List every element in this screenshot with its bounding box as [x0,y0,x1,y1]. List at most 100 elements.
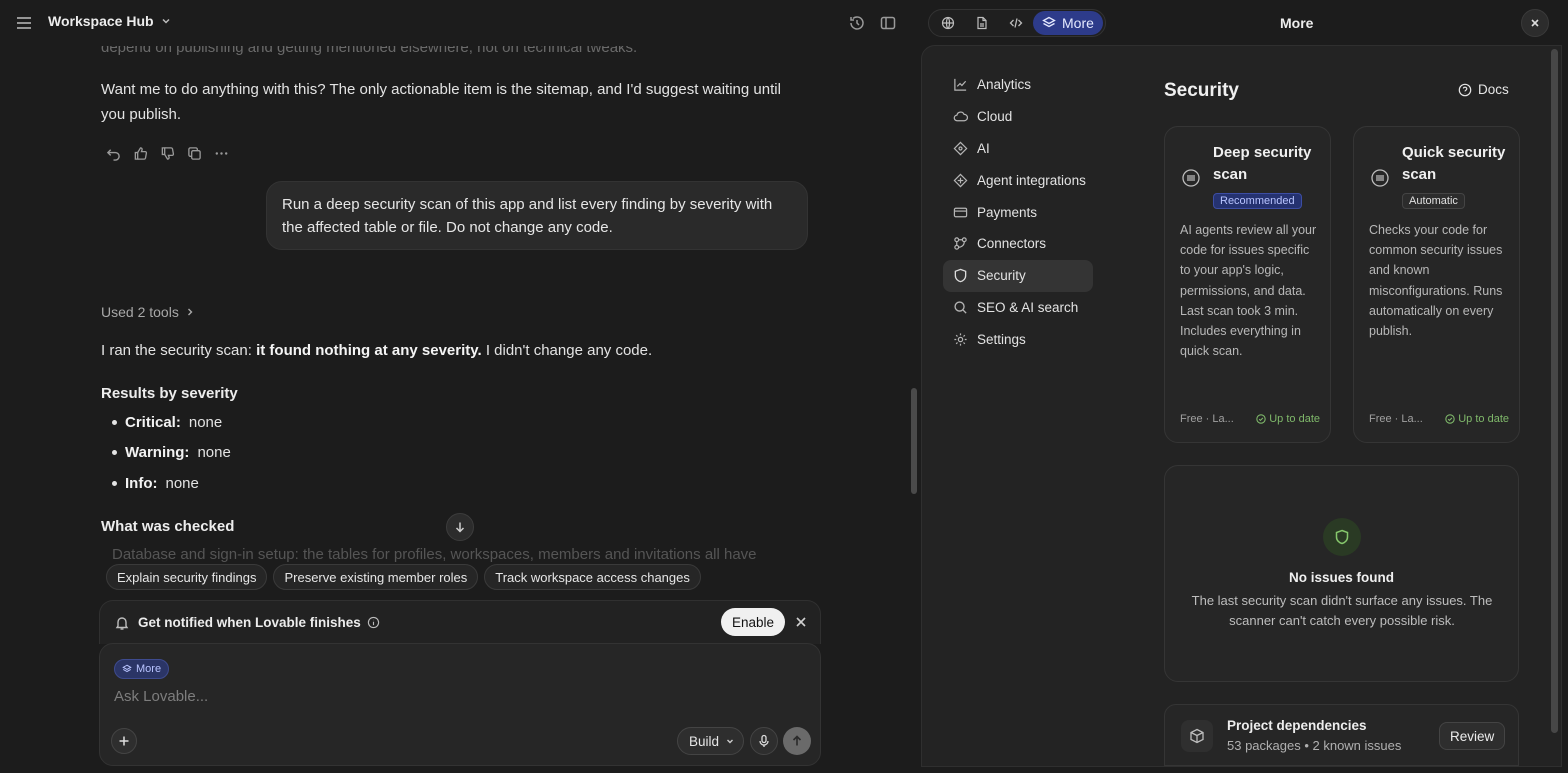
faded-text: depend on publishing and getting mention… [101,46,638,56]
context-badge[interactable]: More [114,659,170,679]
sparkle-icon [953,141,968,156]
suggestion-chips: Explain security findings Preserve exist… [106,564,701,590]
section-title: Security [1164,80,1239,101]
notify-text: Get notified when Lovable finishes [138,615,361,630]
check-circle-icon [1445,414,1455,424]
chat-messages[interactable]: depend on publishing and getting mention… [0,46,910,566]
card-price: Free · La... [1180,413,1234,425]
sidebar-toggle-icon[interactable] [879,14,897,32]
sidebar-item-label: AI [977,140,990,156]
bell-icon [114,615,130,631]
sidebar-item-label: Security [977,268,1026,284]
automatic-badge: Automatic [1402,193,1465,209]
sidebar-item-agent-integrations[interactable]: Agent integrations [943,164,1093,196]
tab-more[interactable]: More [1033,11,1103,35]
close-panel-button[interactable] [1521,9,1549,37]
card-title: Deep security scan [1213,144,1312,183]
close-icon[interactable] [792,613,810,631]
layers-icon [1042,16,1056,30]
card-title: Quick security scan [1402,144,1506,183]
prompt-input[interactable] [114,688,614,705]
code-icon [1009,16,1023,30]
sidebar-item-seo[interactable]: SEO & AI search [943,292,1093,324]
summary-suffix: I didn't change any code. [481,342,653,359]
context-badge-label: More [136,663,162,675]
scan-icon [1180,167,1202,189]
suggestion-chip[interactable]: Preserve existing member roles [273,564,479,590]
voice-input-button[interactable] [750,727,778,755]
card-description: AI agents review all your code for issue… [1180,223,1317,359]
used-tools-toggle[interactable]: Used 2 tools [101,304,195,320]
copy-icon[interactable] [185,144,203,162]
history-icon[interactable] [848,14,866,32]
sidebar-item-security[interactable]: Security [943,259,1093,292]
enable-notifications-button[interactable]: Enable [721,608,786,636]
review-button[interactable]: Review [1439,722,1506,750]
card-price: Free · La... [1369,413,1423,425]
mode-select[interactable]: Build [677,727,745,755]
status-text: Up to date [1458,413,1509,425]
sidebar-item-cloud[interactable]: Cloud [943,101,1093,133]
docs-link[interactable]: Docs [1458,82,1509,97]
summary-bold: it found nothing at any severity. [256,342,482,359]
quick-scan-card[interactable]: Quick security scan Automatic Checks you… [1353,126,1520,443]
more-options-icon[interactable] [212,144,230,162]
result-value: none [197,444,231,461]
info-icon[interactable] [367,616,380,629]
mode-label: Build [689,733,720,749]
sidebar-item-label: Agent integrations [977,172,1086,188]
arrow-down-icon [454,521,466,533]
scan-icon [1369,167,1391,189]
sidebar-item-settings[interactable]: Settings [943,323,1093,355]
search-icon [953,300,968,315]
menu-icon[interactable] [14,13,34,33]
status-badge: Up to date [1256,413,1320,425]
project-title: Workspace Hub [48,13,154,29]
check-circle-icon [1256,414,1266,424]
chat-scrollbar[interactable] [911,388,917,494]
undo-icon[interactable] [104,144,122,162]
tab-preview[interactable] [931,11,965,35]
sidebar-item-ai[interactable]: AI [943,133,1093,165]
tab-files[interactable] [965,11,999,35]
dependencies-title: Project dependencies [1227,718,1367,733]
thumbs-down-icon[interactable] [158,144,176,162]
result-item: Info: none [112,475,199,492]
sidebar-item-label: SEO & AI search [977,299,1079,315]
tab-more-label: More [1062,15,1094,31]
card-footer: Free · La... Up to date [1369,413,1509,425]
sidebar-item-connectors[interactable]: Connectors [943,228,1093,260]
send-button[interactable] [783,727,811,755]
connectors-icon [953,236,968,251]
result-label: Critical: [125,414,181,431]
assistant-message: Want me to do anything with this? The on… [101,81,781,123]
gear-icon [953,332,968,347]
panel-scrollbar[interactable] [1551,49,1558,733]
package-icon [1181,720,1213,752]
chart-icon [953,77,968,92]
panel-title: More [1280,15,1314,31]
chat-top-bar: Workspace Hub [0,0,920,46]
results-heading: Results by severity [101,385,238,402]
scroll-down-button[interactable] [446,513,474,541]
recommended-badge: Recommended [1213,193,1302,209]
no-issues-description: The last security scan didn't surface an… [1191,593,1493,628]
sidebar-item-label: Connectors [977,236,1047,252]
dependencies-card: Project dependencies 53 packages • 2 kno… [1164,704,1519,766]
deep-scan-card[interactable]: Deep security scan Recommended AI agents… [1164,126,1331,443]
card-icon [953,205,968,220]
faded-bullet-text: the tables for profiles, workspaces, mem… [298,546,757,563]
faded-bullet-label: Database and sign-in setup: [112,546,299,563]
thumbs-up-icon[interactable] [131,144,149,162]
card-description: Checks your code for common security iss… [1369,223,1503,339]
add-attachment-button[interactable] [111,728,137,754]
view-tabs: More [928,9,1106,37]
sidebar-item-payments[interactable]: Payments [943,196,1093,228]
result-value: none [188,414,223,431]
project-switcher[interactable]: Workspace Hub [48,13,172,29]
suggestion-chip[interactable]: Track workspace access changes [484,564,701,590]
status-text: Up to date [1269,413,1320,425]
suggestion-chip[interactable]: Explain security findings [106,564,268,590]
sidebar-item-analytics[interactable]: Analytics [943,69,1093,101]
tab-code[interactable] [999,11,1033,35]
